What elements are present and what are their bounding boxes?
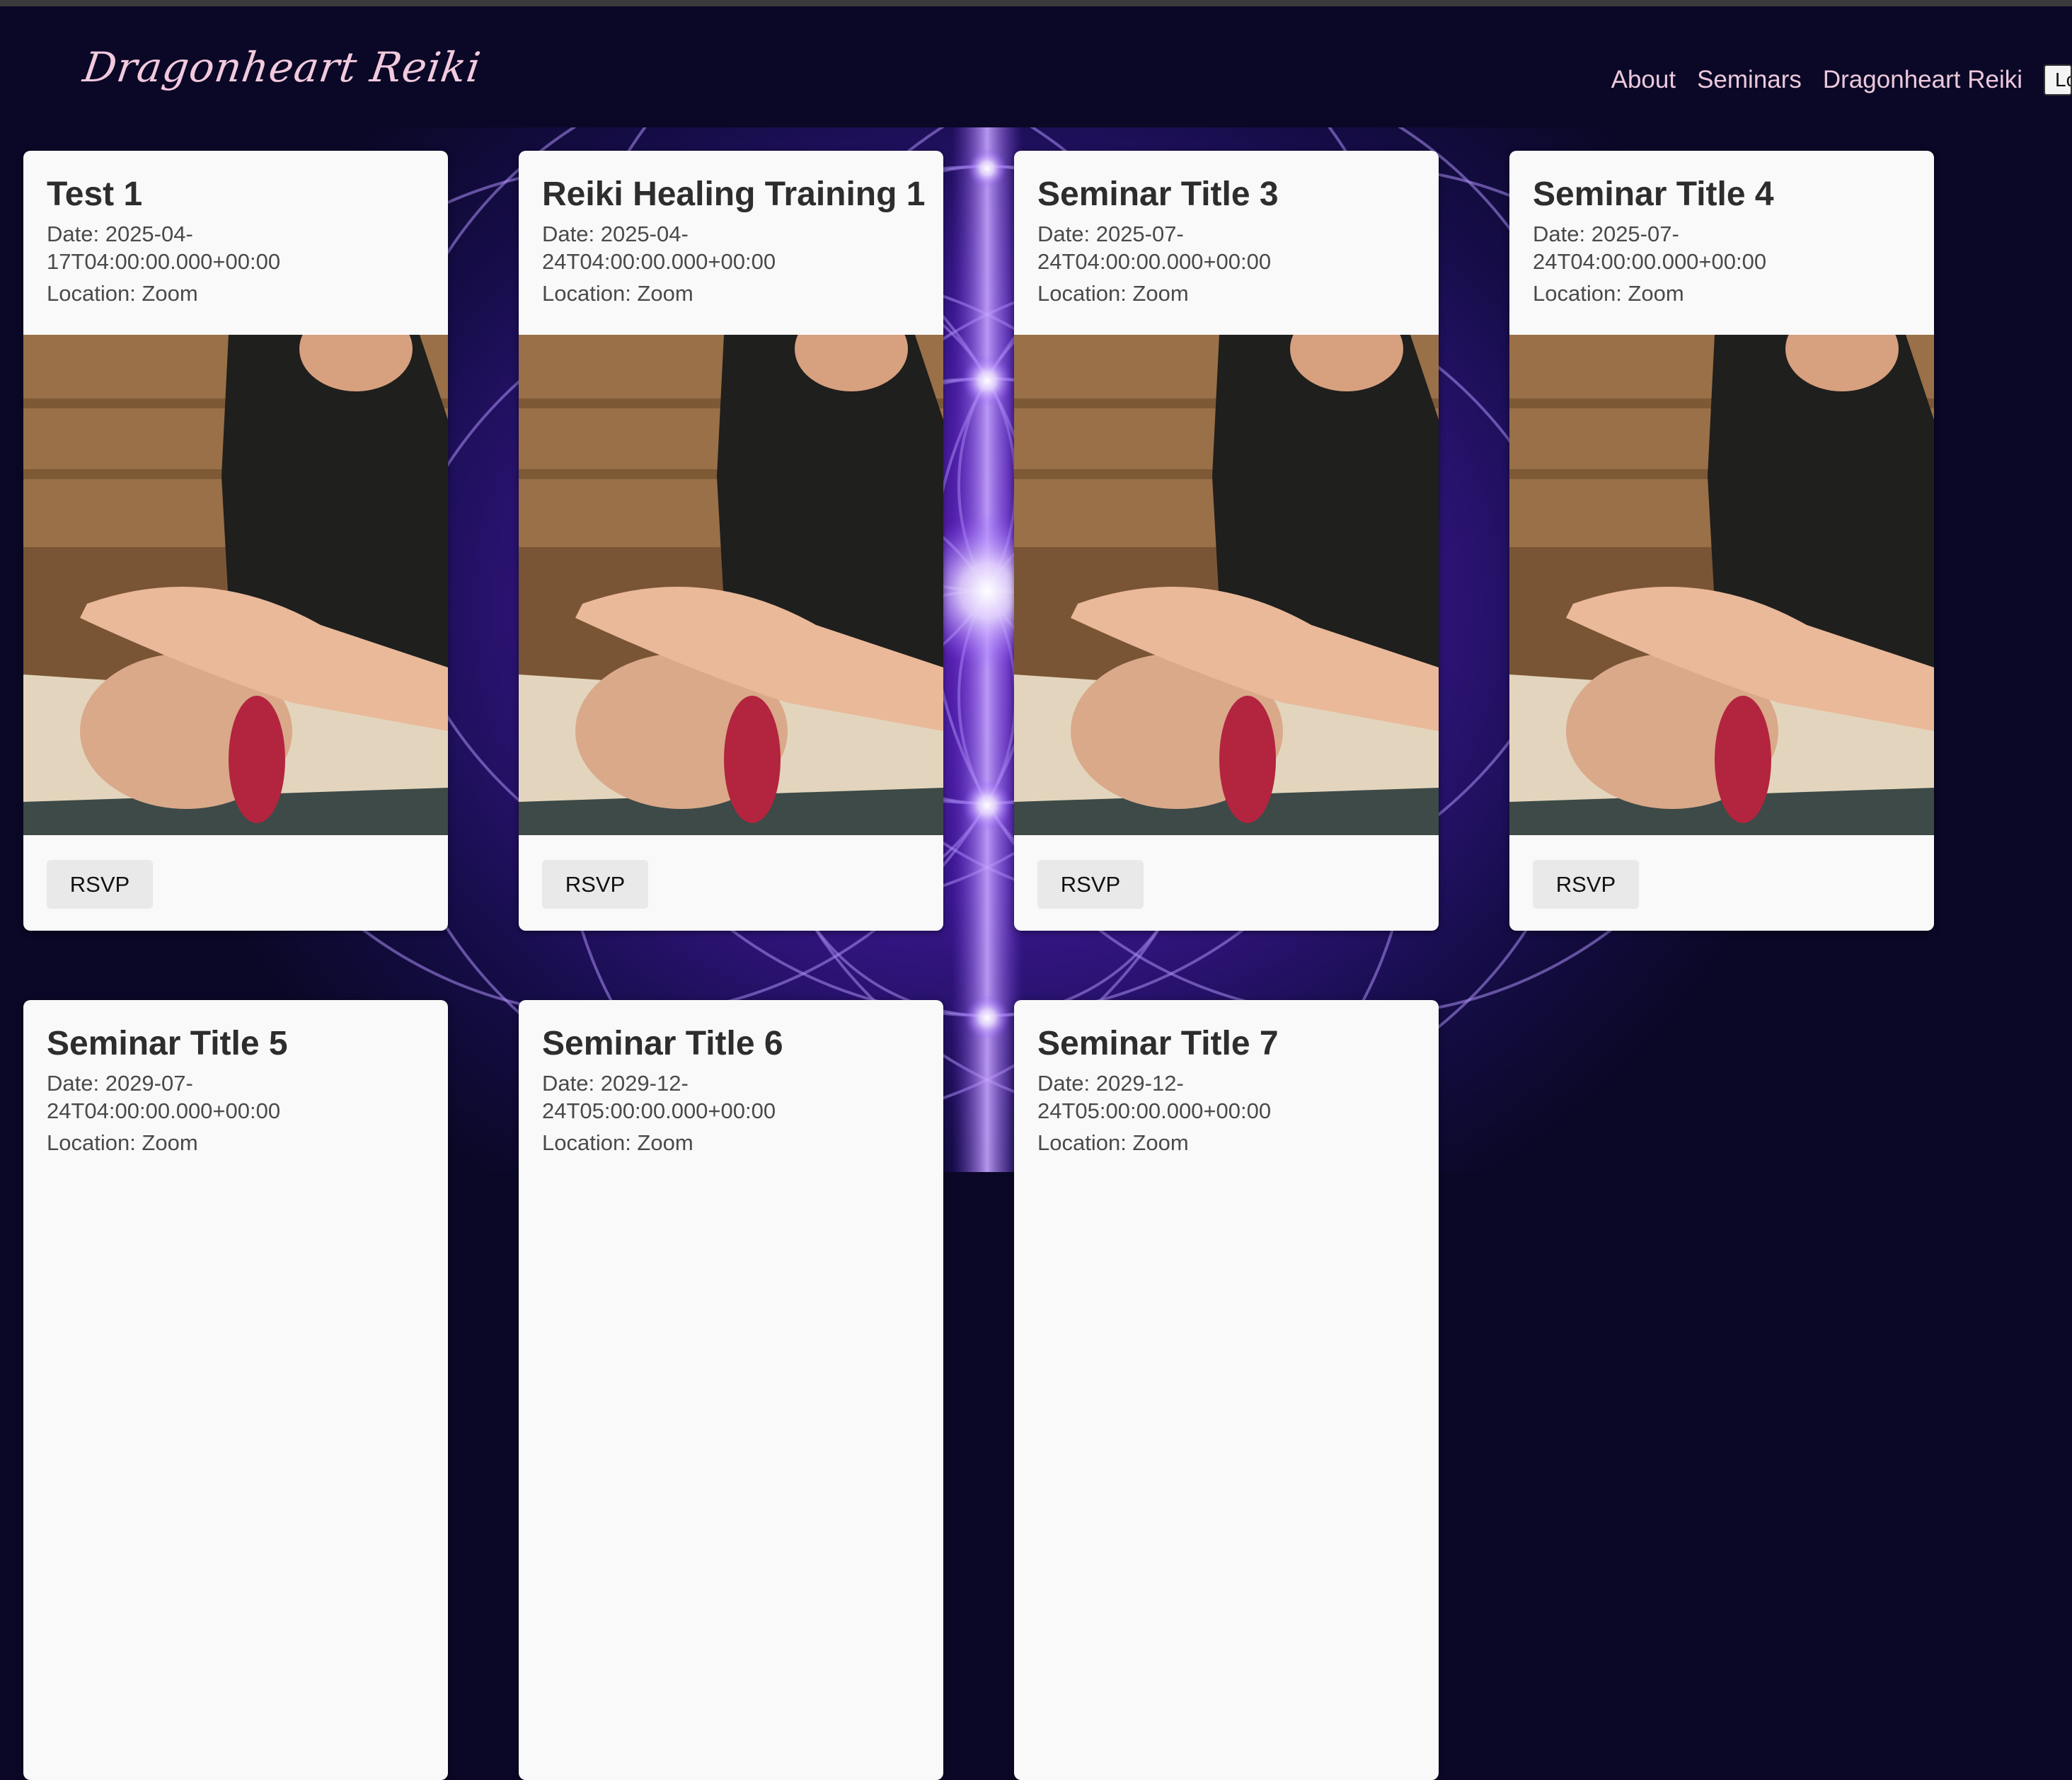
rsvp-button[interactable]: RSVP bbox=[47, 860, 153, 909]
seminar-date: Date: 2029-12-24T05:00:00.000+00:00 bbox=[542, 1071, 776, 1123]
seminar-title: Seminar Title 5 bbox=[47, 1025, 288, 1062]
seminar-location: Location: Zoom bbox=[1037, 281, 1189, 306]
seminar-card: Seminar Title 5 Date: 2029-07-24T04:00:0… bbox=[23, 1000, 448, 1780]
nav-link-about[interactable]: About bbox=[1611, 66, 1676, 94]
seminar-location: Location: Zoom bbox=[1037, 1130, 1189, 1155]
seminar-date: Date: 2025-04-24T04:00:00.000+00:00 bbox=[542, 222, 776, 274]
seminar-location: Location: Zoom bbox=[542, 281, 693, 306]
rsvp-button[interactable]: RSVP bbox=[1037, 860, 1144, 909]
site-logo[interactable]: Dragonheart Reiki bbox=[80, 43, 484, 91]
seminar-date: Date: 2029-07-24T04:00:00.000+00:00 bbox=[47, 1071, 281, 1123]
seminar-location: Location: Zoom bbox=[47, 1130, 198, 1155]
seminar-card: Seminar Title 7 Date: 2029-12-24T05:00:0… bbox=[1014, 1000, 1439, 1780]
seminar-title: Reiki Healing Training 1 bbox=[542, 176, 926, 213]
seminar-date: Date: 2025-07-24T04:00:00.000+00:00 bbox=[1533, 222, 1767, 274]
seminar-date: Date: 2025-04-17T04:00:00.000+00:00 bbox=[47, 222, 281, 274]
seminar-location: Location: Zoom bbox=[47, 281, 198, 306]
seminar-card: Seminar Title 4 Date: 2025-07-24T04:00:0… bbox=[1509, 151, 1934, 931]
seminar-title: Seminar Title 7 bbox=[1037, 1025, 1279, 1062]
rsvp-button[interactable]: RSVP bbox=[1533, 860, 1639, 909]
login-button[interactable]: Login bbox=[2044, 64, 2072, 96]
seminar-photo bbox=[1509, 335, 1934, 835]
seminar-photo bbox=[23, 335, 448, 835]
seminar-card: Seminar Title 6 Date: 2029-12-24T05:00:0… bbox=[519, 1000, 943, 1780]
browser-top-strip bbox=[0, 0, 2072, 6]
nav-link-seminars[interactable]: Seminars bbox=[1697, 66, 1802, 94]
seminar-title: Seminar Title 3 bbox=[1037, 176, 1279, 213]
rsvp-button[interactable]: RSVP bbox=[542, 860, 648, 909]
seminar-card: Test 1 Date: 2025-04-17T04:00:00.000+00:… bbox=[23, 151, 448, 931]
seminar-date: Date: 2025-07-24T04:00:00.000+00:00 bbox=[1037, 222, 1272, 274]
seminar-title: Seminar Title 4 bbox=[1533, 176, 1774, 213]
seminar-location: Location: Zoom bbox=[542, 1130, 693, 1155]
seminar-card: Reiki Healing Training 1 Date: 2025-04-2… bbox=[519, 151, 943, 931]
seminar-date: Date: 2029-12-24T05:00:00.000+00:00 bbox=[1037, 1071, 1272, 1123]
site-header: Dragonheart Reiki About Seminars Dragonh… bbox=[0, 6, 2072, 127]
nav-link-dragonheart-reiki[interactable]: Dragonheart Reiki bbox=[1823, 66, 2022, 94]
seminar-title: Seminar Title 6 bbox=[542, 1025, 783, 1062]
seminar-title: Test 1 bbox=[47, 176, 143, 213]
seminar-location: Location: Zoom bbox=[1533, 281, 1684, 306]
main-nav: About Seminars Dragonheart Reiki Login bbox=[1611, 64, 2072, 96]
seminar-photo bbox=[1014, 335, 1439, 835]
seminar-photo bbox=[519, 335, 943, 835]
seminar-card: Seminar Title 3 Date: 2025-07-24T04:00:0… bbox=[1014, 151, 1439, 931]
